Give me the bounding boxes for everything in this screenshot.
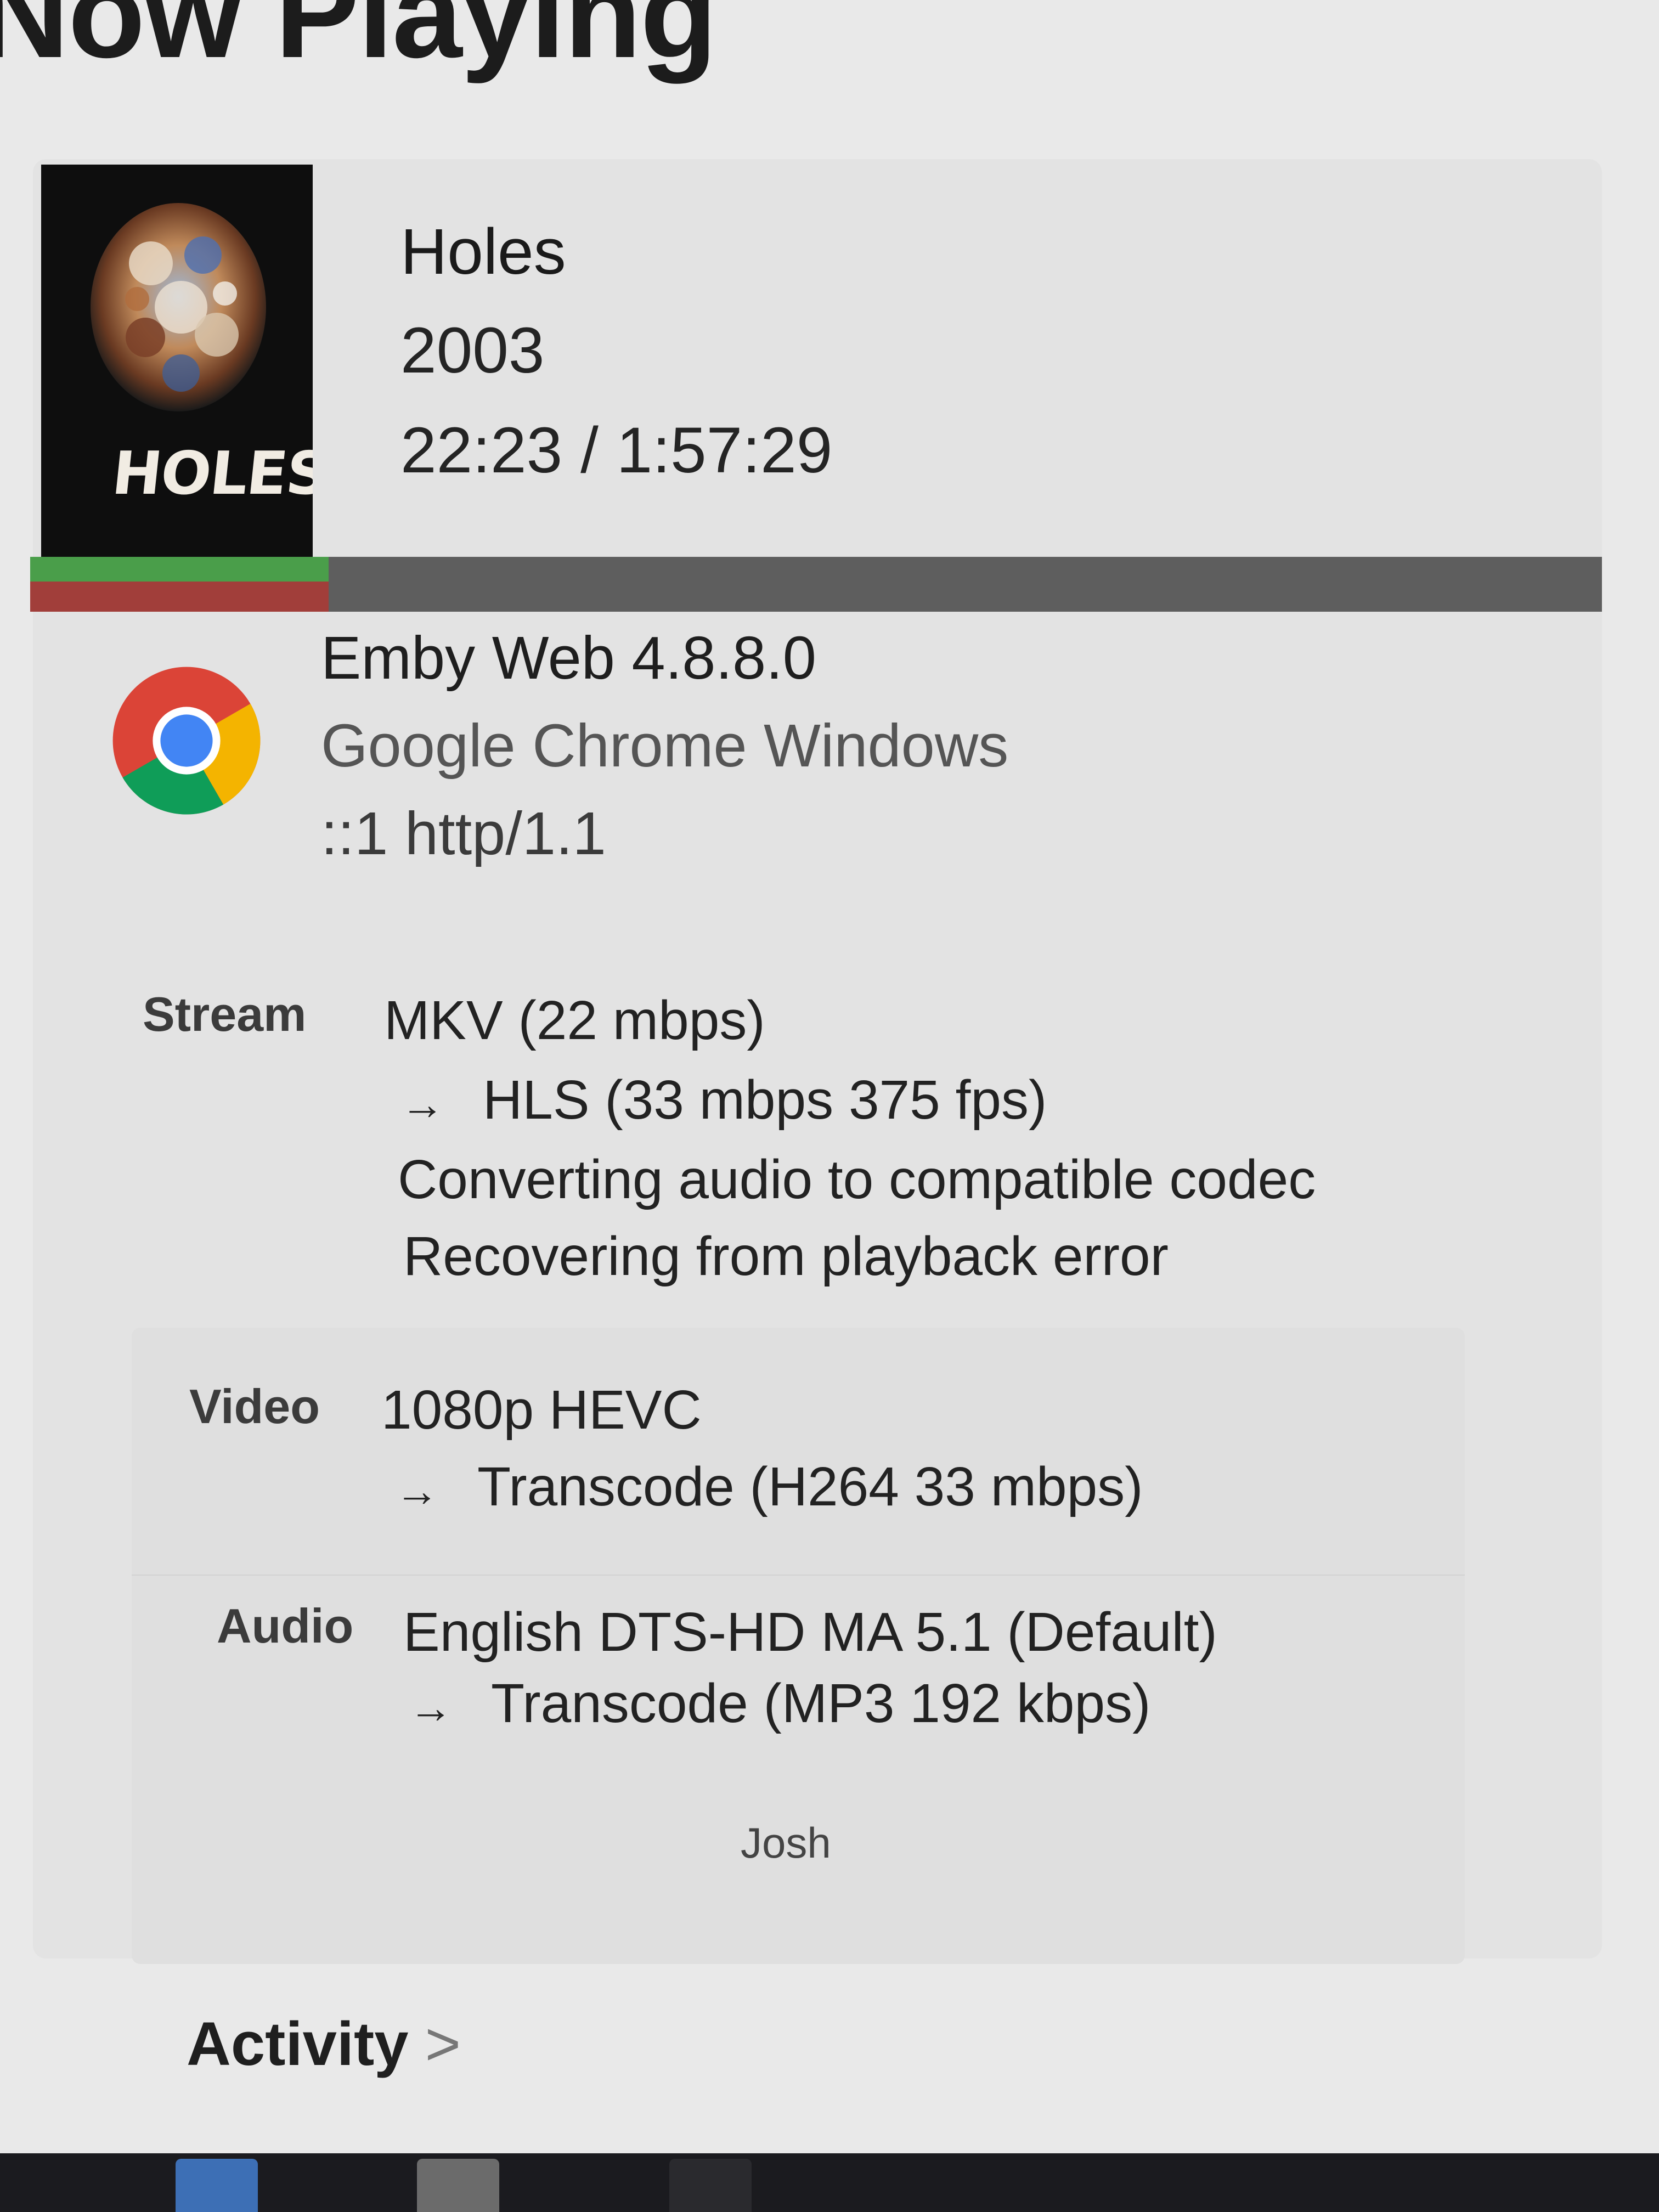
poster-artwork [91, 203, 266, 411]
client-app-name: Emby Web 4.8.8.0 [321, 624, 816, 692]
progress-played [30, 557, 329, 612]
audio-target-row: → Transcode (MP3 192 kbps) [409, 1676, 1150, 1731]
app-icon[interactable] [417, 2159, 499, 2212]
audio-label: Audio [217, 1599, 354, 1653]
arrow-right-icon: → [395, 1466, 439, 1515]
video-target-row: → Transcode (H264 33 mbps) [395, 1459, 1143, 1514]
playback-progress-bar [30, 557, 1602, 612]
audio-source: English DTS-HD MA 5.1 (Default) [403, 1601, 1217, 1663]
client-device: Google Chrome Windows [321, 712, 1009, 780]
page-title: Now Playing [0, 0, 717, 84]
app-icon[interactable] [669, 2159, 752, 2212]
media-year: 2003 [400, 314, 545, 387]
stream-source: MKV (22 mbps) [384, 990, 765, 1051]
activity-label: Activity [187, 2010, 409, 2078]
client-address: ::1 http/1.1 [321, 800, 606, 867]
activity-link[interactable]: Activity > [187, 2013, 461, 2075]
transcode-reason: Converting audio to compatible codec [398, 1149, 1316, 1210]
video-source: 1080p HEVC [381, 1379, 702, 1441]
video-target: Transcode (H264 33 mbps) [477, 1456, 1143, 1517]
stream-target: HLS (33 mbps 375 fps) [483, 1069, 1047, 1131]
video-label: Video [189, 1379, 320, 1434]
transcode-reason: Recovering from playback error [403, 1226, 1169, 1287]
chevron-right-icon: > [425, 2010, 461, 2078]
stream-label: Stream [143, 987, 307, 1041]
movie-poster[interactable]: HOLES [41, 165, 313, 560]
app-icon[interactable] [176, 2159, 258, 2212]
session-user[interactable]: Josh [741, 1821, 831, 1864]
taskbar [0, 2153, 1659, 2212]
media-title[interactable]: Holes [400, 219, 832, 284]
arrow-right-icon: → [409, 1683, 453, 1732]
media-info: Holes 2003 22:23 / 1:57:29 [400, 219, 832, 483]
poster-logo: HOLES [109, 439, 313, 508]
chrome-icon [112, 667, 261, 815]
audio-target: Transcode (MP3 192 kbps) [491, 1673, 1151, 1734]
arrow-right-icon: → [400, 1079, 444, 1128]
stream-target-row: → HLS (33 mbps 375 fps) [400, 1073, 1047, 1127]
playback-position: 22:23 / 1:57:29 [400, 414, 833, 487]
client-info: Emby Web 4.8.8.0 Google Chrome Windows :… [321, 628, 1008, 864]
stream-divider [132, 1575, 1465, 1576]
